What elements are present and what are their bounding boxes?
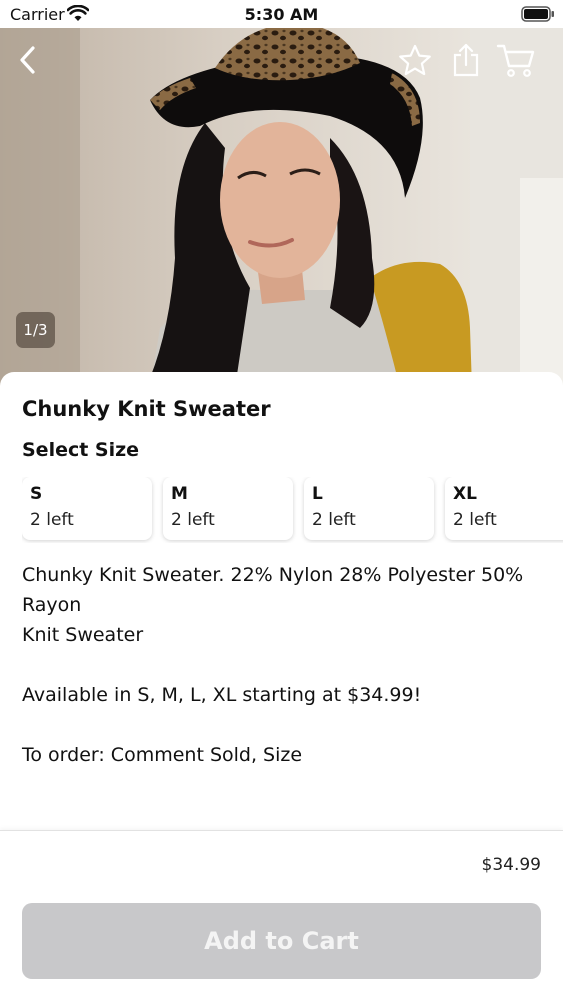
status-time: 5:30 AM <box>244 5 319 24</box>
cart-icon <box>496 44 535 77</box>
product-image-carousel[interactable]: 1/3 <box>0 28 563 388</box>
share-button[interactable] <box>444 40 488 80</box>
size-option-s[interactable]: S 2 left <box>22 477 152 540</box>
size-label: L <box>312 484 323 504</box>
size-label: XL <box>453 484 477 504</box>
chevron-left-icon <box>20 46 35 74</box>
description-line <box>22 650 542 680</box>
size-label: M <box>171 484 188 504</box>
product-description: Chunky Knit Sweater. 22% Nylon 28% Polye… <box>22 560 542 770</box>
description-line: Available in S, M, L, XL starting at $34… <box>22 684 422 706</box>
description-line: To order: Comment Sold, Size <box>22 744 303 766</box>
size-option-l[interactable]: L 2 left <box>304 477 434 540</box>
size-option-xl[interactable]: XL 2 left <box>445 477 563 540</box>
size-option-m[interactable]: M 2 left <box>163 477 293 540</box>
product-title: Chunky Knit Sweater <box>22 397 271 421</box>
add-to-cart-button[interactable]: Add to Cart <box>22 903 541 979</box>
size-stock: 2 left <box>30 510 74 530</box>
product-details-sheet: Chunky Knit Sweater Select Size S 2 left… <box>0 372 563 832</box>
product-photo <box>0 28 563 388</box>
size-stock: 2 left <box>453 510 497 530</box>
description-line: Chunky Knit Sweater. 22% Nylon 28% Polye… <box>22 564 524 616</box>
share-icon <box>453 43 479 77</box>
description-line <box>22 710 542 740</box>
size-stock: 2 left <box>312 510 356 530</box>
description-line: Knit Sweater <box>22 624 144 646</box>
battery-icon <box>521 6 555 26</box>
size-label: S <box>30 484 43 504</box>
size-stock: 2 left <box>171 510 215 530</box>
size-heading: Select Size <box>22 439 140 461</box>
back-button[interactable] <box>6 40 50 80</box>
price-label: $34.99 <box>481 855 541 875</box>
cart-button[interactable] <box>494 40 538 80</box>
purchase-bar: $34.99 Add to Cart <box>0 830 563 1000</box>
favorite-button[interactable] <box>393 40 437 80</box>
size-selector[interactable]: S 2 left M 2 left L 2 left XL 2 left <box>22 477 563 543</box>
star-icon <box>399 44 431 76</box>
image-counter: 1/3 <box>16 312 55 348</box>
status-bar: Carrier 5:30 AM <box>0 0 563 28</box>
